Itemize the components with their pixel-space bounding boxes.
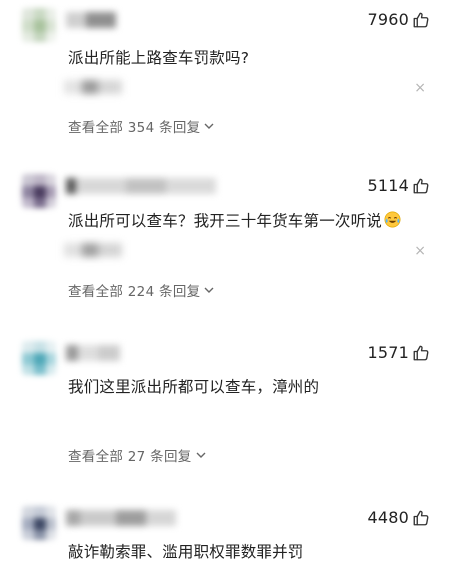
thumbs-up-icon <box>413 345 429 360</box>
thumbs-up-icon <box>413 12 429 27</box>
reply-preview-redacted <box>60 76 130 98</box>
like-count: 1571 <box>367 343 409 362</box>
like-button[interactable]: 1571 <box>367 343 430 362</box>
close-icon[interactable]: × <box>414 243 426 259</box>
chevron-down-icon <box>204 123 214 129</box>
username-redacted[interactable] <box>66 178 216 194</box>
close-icon[interactable]: × <box>414 80 426 96</box>
comment-list: 7960 派出所能上路查车罚款吗? × 查看全部 354 条回复 5114 派出… <box>0 0 456 573</box>
view-all-replies-button[interactable]: 查看全部 354 条回复 <box>68 116 215 136</box>
comment-text: 敲诈勒索罪、滥用职权罪数罪并罚 <box>68 543 304 561</box>
like-count: 7960 <box>367 10 409 29</box>
thumbs-up-icon <box>413 178 429 193</box>
laughing-crying-emoji-icon <box>384 211 401 228</box>
chevron-down-icon <box>196 452 206 458</box>
like-count: 5114 <box>367 176 409 195</box>
like-button[interactable]: 5114 <box>367 176 430 195</box>
view-all-replies-label: 查看全部 354 条回复 <box>68 120 201 136</box>
avatar[interactable] <box>22 174 56 208</box>
comment-text-content: 派出所可以查车？我开三十年货车第一次听说 <box>68 212 383 230</box>
comment-text: 我们这里派出所都可以查车，漳州的 <box>68 378 320 396</box>
like-button[interactable]: 7960 <box>367 10 430 29</box>
comment-text: 派出所能上路查车罚款吗? <box>68 49 250 67</box>
username-redacted[interactable] <box>66 12 116 28</box>
view-all-replies-label: 查看全部 27 条回复 <box>68 449 192 465</box>
avatar[interactable] <box>22 506 56 540</box>
view-all-replies-button[interactable]: 查看全部 224 条回复 <box>68 280 215 300</box>
view-all-replies-label: 查看全部 224 条回复 <box>68 284 201 300</box>
view-all-replies-button[interactable]: 查看全部 27 条回复 <box>68 445 207 465</box>
like-count: 4480 <box>367 508 409 527</box>
username-redacted[interactable] <box>66 510 176 526</box>
avatar[interactable] <box>22 8 56 42</box>
like-button[interactable]: 4480 <box>367 508 430 527</box>
chevron-down-icon <box>204 287 214 293</box>
thumbs-up-icon <box>413 510 429 525</box>
reply-preview-redacted <box>60 239 130 261</box>
username-redacted[interactable] <box>66 345 120 361</box>
avatar[interactable] <box>22 341 56 375</box>
comment-text: 派出所可以查车？我开三十年货车第一次听说 <box>68 209 401 231</box>
